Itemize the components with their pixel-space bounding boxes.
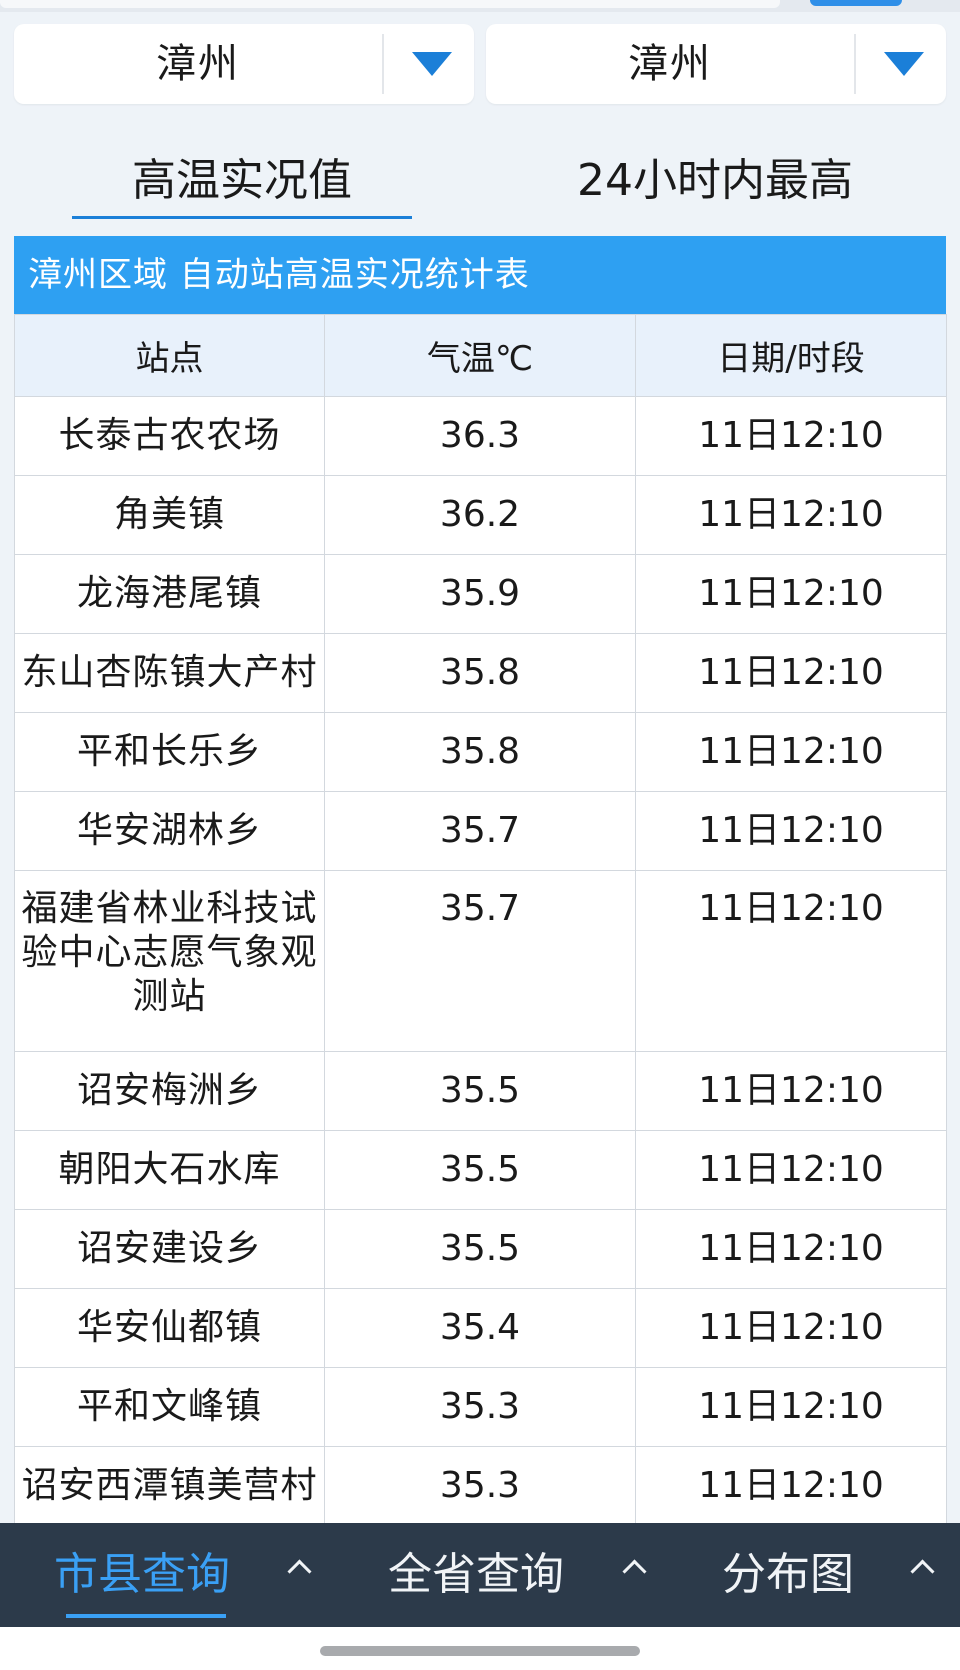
temp-cell: 35.5 (324, 1130, 636, 1210)
table-row: 平和长乐乡 35.8 11日12:10 (14, 712, 947, 792)
system-home-area (0, 1627, 960, 1670)
station-cell: 平和长乐乡 (14, 712, 325, 792)
header-datetime: 日期/时段 (635, 314, 947, 397)
station-cell: 福建省林业科技试验中心志愿气象观测站 (14, 870, 325, 1052)
temp-cell: 35.9 (324, 554, 636, 634)
table-row: 角美镇 36.2 11日12:10 (14, 475, 947, 555)
temp-cell: 35.3 (324, 1446, 636, 1526)
table-row: 诏安建设乡 35.5 11日12:10 (14, 1209, 947, 1289)
temp-cell: 35.7 (324, 791, 636, 871)
station-cell: 诏安西潭镇美营村 (14, 1446, 325, 1526)
select-divider (382, 34, 384, 94)
table-row: 诏安梅洲乡 35.5 11日12:10 (14, 1051, 947, 1131)
temp-cell: 35.3 (324, 1367, 636, 1447)
table-row: 朝阳大石水库 35.5 11日12:10 (14, 1130, 947, 1210)
table-row: 平和文峰镇 35.3 11日12:10 (14, 1367, 947, 1447)
caret-down-icon[interactable] (412, 52, 452, 76)
time-cell: 11日12:10 (635, 791, 947, 871)
bottom-nav: 市县查询 全省查询 分布图 (0, 1523, 960, 1627)
header-temperature: 气温℃ (324, 314, 636, 397)
city-select-value: 漳州 (156, 41, 240, 87)
temp-cell: 36.2 (324, 475, 636, 555)
time-cell: 11日12:10 (635, 475, 947, 555)
table-row: 诏安西潭镇美营村 35.3 11日12:10 (14, 1446, 947, 1526)
station-cell: 朝阳大石水库 (14, 1130, 325, 1210)
time-cell: 11日12:10 (635, 1130, 947, 1210)
active-nav-indicator (66, 1614, 226, 1618)
nav-province-query[interactable]: 全省查询 (388, 1523, 564, 1627)
time-cell: 11日12:10 (635, 1446, 947, 1526)
temp-cell: 36.3 (324, 396, 636, 476)
chevron-up-icon[interactable] (287, 1559, 312, 1584)
time-cell: 11日12:10 (635, 1209, 947, 1289)
temp-cell: 35.5 (324, 1051, 636, 1131)
table-row: 福建省林业科技试验中心志愿气象观测站 35.7 11日12:10 (14, 870, 947, 1052)
temp-cell: 35.5 (324, 1209, 636, 1289)
temp-cell: 35.8 (324, 712, 636, 792)
tab-24h-max[interactable]: 24小时内最高 (540, 140, 890, 222)
station-cell: 诏安梅洲乡 (14, 1051, 325, 1131)
station-cell: 长泰古农农场 (14, 396, 325, 476)
table-row: 华安湖林乡 35.7 11日12:10 (14, 791, 947, 871)
time-cell: 11日12:10 (635, 554, 947, 634)
time-cell: 11日12:10 (635, 870, 947, 1052)
chevron-up-icon[interactable] (910, 1559, 935, 1584)
nav-city-county-query[interactable]: 市县查询 (54, 1523, 230, 1627)
active-tab-indicator (72, 216, 412, 219)
temp-cell: 35.7 (324, 870, 636, 1052)
time-cell: 11日12:10 (635, 1051, 947, 1131)
station-cell: 华安湖林乡 (14, 791, 325, 871)
time-cell: 11日12:10 (635, 1367, 947, 1447)
top-toolbar (0, 0, 960, 12)
temp-cell: 35.4 (324, 1288, 636, 1368)
caret-down-icon[interactable] (884, 52, 924, 76)
time-cell: 11日12:10 (635, 712, 947, 792)
city-select[interactable]: 漳州 (14, 24, 474, 104)
county-select-value: 漳州 (628, 41, 712, 87)
county-select[interactable]: 漳州 (486, 24, 946, 104)
chevron-up-icon[interactable] (622, 1559, 647, 1584)
home-indicator[interactable] (320, 1646, 640, 1656)
station-cell: 华安仙都镇 (14, 1288, 325, 1368)
search-button[interactable] (810, 0, 902, 6)
time-cell: 11日12:10 (635, 633, 947, 713)
high-temp-table: 站点 气温℃ 日期/时段 长泰古农农场 36.3 11日12:10 角美镇 36… (14, 314, 947, 1567)
station-cell: 角美镇 (14, 475, 325, 555)
time-cell: 11日12:10 (635, 396, 947, 476)
station-cell: 诏安建设乡 (14, 1209, 325, 1289)
header-station: 站点 (14, 314, 325, 397)
select-divider (854, 34, 856, 94)
table-row: 东山杏陈镇大产村 35.8 11日12:10 (14, 633, 947, 713)
tab-realtime-high-temp[interactable]: 高温实况值 (72, 140, 412, 222)
table-row: 华安仙都镇 35.4 11日12:10 (14, 1288, 947, 1368)
station-cell: 平和文峰镇 (14, 1367, 325, 1447)
table-header-row: 站点 气温℃ 日期/时段 (14, 314, 947, 397)
time-cell: 11日12:10 (635, 1288, 947, 1368)
search-bar[interactable] (0, 0, 780, 8)
table-title: 漳州区域 自动站高温实况统计表 (14, 236, 946, 314)
station-cell: 龙海港尾镇 (14, 554, 325, 634)
station-cell: 东山杏陈镇大产村 (14, 633, 325, 713)
table-row: 龙海港尾镇 35.9 11日12:10 (14, 554, 947, 634)
temp-cell: 35.8 (324, 633, 636, 713)
nav-distribution-map[interactable]: 分布图 (722, 1523, 854, 1627)
table-row: 长泰古农农场 36.3 11日12:10 (14, 396, 947, 476)
